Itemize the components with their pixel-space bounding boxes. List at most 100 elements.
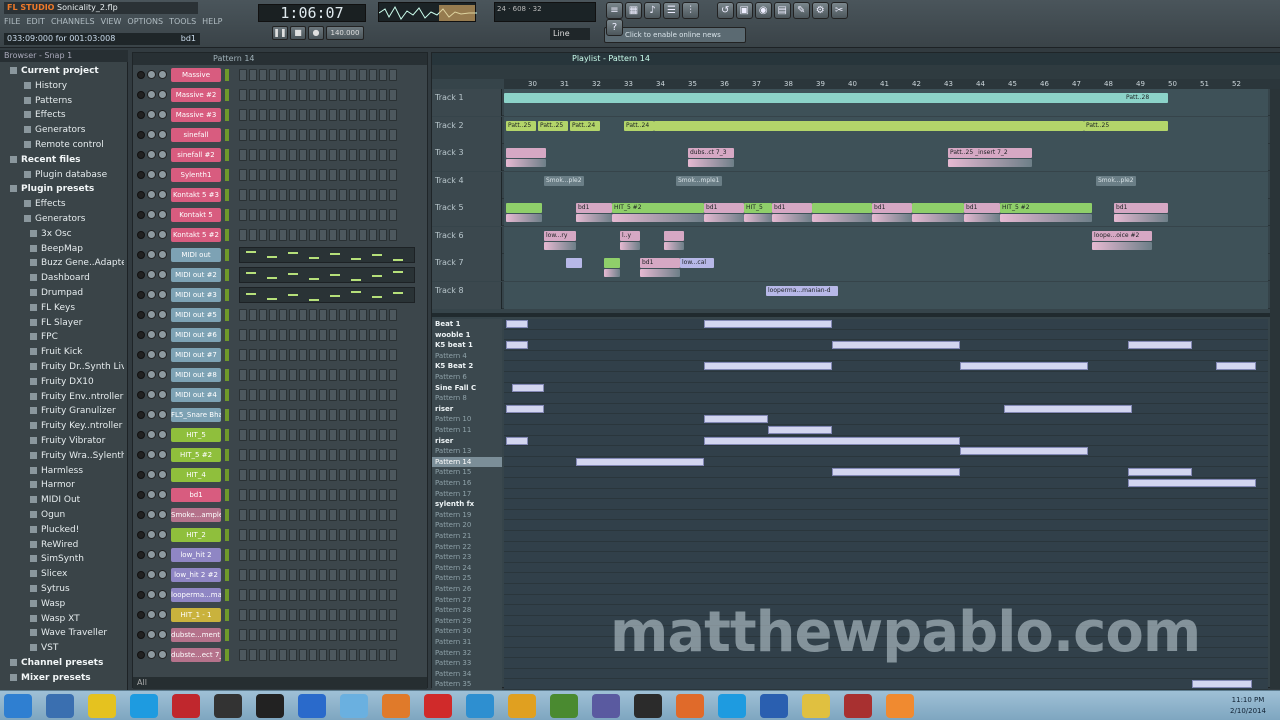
step-button[interactable] (249, 189, 257, 201)
step-button[interactable] (369, 489, 377, 501)
step-button[interactable] (329, 469, 337, 481)
pan-knob[interactable] (147, 170, 156, 179)
step-button[interactable] (369, 549, 377, 561)
step-button[interactable] (239, 209, 247, 221)
step-button[interactable] (309, 429, 317, 441)
step-button[interactable] (299, 449, 307, 461)
step-button[interactable] (319, 629, 327, 641)
piano-roll-icon[interactable]: ♪ (644, 2, 661, 19)
pattern-clip[interactable]: Patt..28 (1124, 93, 1164, 103)
step-button[interactable] (359, 569, 367, 581)
channel-led[interactable] (137, 71, 145, 79)
pattern-clip[interactable]: Patt..25 (538, 120, 568, 131)
step-button[interactable] (279, 649, 287, 661)
channel-piano-preview[interactable] (239, 267, 415, 283)
step-button[interactable] (339, 629, 347, 641)
step-button[interactable] (369, 529, 377, 541)
volume-knob[interactable] (158, 190, 167, 199)
pattern-clip[interactable]: Smok...ple2 (544, 175, 584, 186)
pattern-lane[interactable] (504, 425, 1268, 436)
step-button[interactable] (359, 529, 367, 541)
step-button[interactable] (389, 589, 397, 601)
pattern-clip[interactable]: l..y (620, 230, 640, 241)
step-button[interactable] (369, 469, 377, 481)
skype-icon[interactable] (130, 694, 158, 718)
settings-icon[interactable]: ⚙ (811, 2, 829, 19)
step-button[interactable] (379, 189, 387, 201)
channel-select-indicator[interactable] (225, 629, 229, 641)
step-button[interactable] (279, 309, 287, 321)
step-button[interactable] (249, 229, 257, 241)
step-button[interactable] (389, 429, 397, 441)
step-button[interactable] (389, 69, 397, 81)
channel-select-indicator[interactable] (225, 209, 229, 221)
pan-knob[interactable] (147, 390, 156, 399)
step-button[interactable] (369, 209, 377, 221)
channel-piano-preview[interactable] (239, 287, 415, 303)
channel-select-indicator[interactable] (225, 169, 229, 181)
pattern-clip[interactable]: Patt..25 (506, 120, 536, 131)
step-button[interactable] (339, 569, 347, 581)
step-button[interactable] (379, 229, 387, 241)
step-button[interactable] (359, 329, 367, 341)
step-button[interactable] (239, 629, 247, 641)
volume-knob[interactable] (158, 510, 167, 519)
browser-item[interactable]: MIDI Out (0, 493, 124, 507)
step-button[interactable] (349, 429, 357, 441)
channel-led[interactable] (137, 251, 145, 259)
step-button[interactable] (269, 589, 277, 601)
step-button[interactable] (329, 69, 337, 81)
step-button[interactable] (269, 529, 277, 541)
channel-select-indicator[interactable] (225, 149, 229, 161)
step-button[interactable] (249, 109, 257, 121)
step-button[interactable] (349, 229, 357, 241)
step-button[interactable] (289, 449, 297, 461)
step-button[interactable] (259, 369, 267, 381)
step-button[interactable] (349, 649, 357, 661)
step-button[interactable] (289, 69, 297, 81)
pattern-label[interactable]: Pattern 20 (432, 520, 502, 531)
step-button[interactable] (319, 109, 327, 121)
step-button[interactable] (319, 189, 327, 201)
step-button[interactable] (239, 409, 247, 421)
menu-item[interactable]: EDIT (26, 17, 44, 26)
step-button[interactable] (369, 169, 377, 181)
step-button[interactable] (249, 209, 257, 221)
step-button[interactable] (349, 309, 357, 321)
step-button[interactable] (319, 469, 327, 481)
step-button[interactable] (349, 369, 357, 381)
step-button[interactable] (389, 349, 397, 361)
browser-item[interactable]: Plugin presets (0, 182, 124, 196)
channel-led[interactable] (137, 551, 145, 559)
channel-name-button[interactable]: low_hit 2 (171, 548, 221, 562)
track-label[interactable]: Track 2 (432, 116, 502, 144)
step-button[interactable] (339, 509, 347, 521)
pan-knob[interactable] (147, 290, 156, 299)
step-button[interactable] (389, 449, 397, 461)
volume-knob[interactable] (158, 590, 167, 599)
step-button[interactable] (279, 609, 287, 621)
pattern-clip[interactable] (566, 258, 582, 268)
step-button[interactable] (299, 169, 307, 181)
pattern-label[interactable]: riser (432, 435, 502, 447)
step-button[interactable] (259, 549, 267, 561)
step-button[interactable] (289, 569, 297, 581)
step-button[interactable] (259, 629, 267, 641)
channel-name-button[interactable]: Kontakt 5 (171, 208, 221, 222)
step-button[interactable] (379, 429, 387, 441)
help-icon[interactable]: ? (606, 19, 623, 36)
channel-name-button[interactable]: MIDI out #5 (171, 308, 221, 322)
step-button[interactable] (389, 409, 397, 421)
step-button[interactable] (269, 129, 277, 141)
step-button[interactable] (359, 309, 367, 321)
channel-select-indicator[interactable] (225, 69, 229, 81)
step-button[interactable] (359, 109, 367, 121)
step-button[interactable] (319, 209, 327, 221)
channel-select-indicator[interactable] (225, 109, 229, 121)
step-button[interactable] (289, 129, 297, 141)
browser-item[interactable]: Wasp (0, 597, 124, 611)
step-button[interactable] (299, 309, 307, 321)
pattern-label[interactable]: Pattern 23 (432, 552, 502, 563)
pattern-lane[interactable] (504, 435, 1268, 447)
task-icon[interactable] (466, 694, 494, 718)
